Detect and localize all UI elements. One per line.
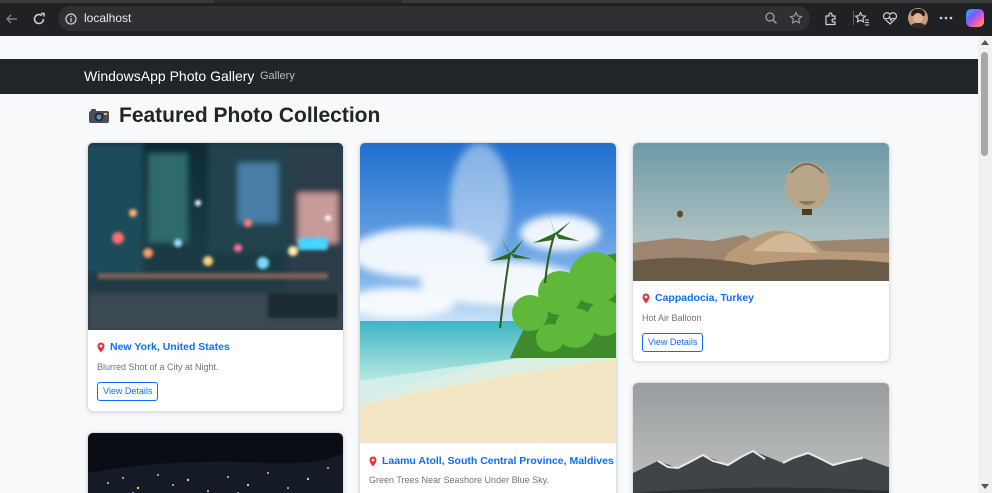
card-location-text[interactable]: Cappadocia, Turkey (655, 292, 754, 304)
card-location[interactable]: Cappadocia, Turkey (642, 292, 754, 304)
address-bar[interactable]: localhost (58, 6, 810, 31)
location-pin-icon (97, 342, 105, 352)
card-location[interactable]: Laamu Atoll, South Central Province, Mal… (369, 455, 614, 467)
view-details-button[interactable]: View Details (97, 382, 159, 401)
scroll-down-arrow-icon[interactable] (981, 484, 989, 489)
location-pin-icon (369, 456, 377, 466)
card-description: Hot Air Balloon (642, 313, 702, 323)
card-photo-mountains[interactable] (633, 383, 889, 493)
browser-toolbar: localhost (0, 0, 992, 36)
favorite-star-icon[interactable] (789, 11, 803, 30)
card-location[interactable]: New York, United States (97, 341, 230, 353)
page-top-strip (0, 36, 978, 59)
photo-card: Cappadocia, Turkey Hot Air Balloon View … (632, 142, 890, 362)
photo-card (632, 382, 890, 493)
card-photo-maldives[interactable] (360, 143, 616, 443)
refresh-icon[interactable] (29, 9, 49, 29)
back-icon[interactable] (2, 9, 22, 29)
site-info-icon[interactable] (65, 12, 77, 30)
card-photo-night-city[interactable] (88, 433, 343, 493)
card-location-text[interactable]: Laamu Atoll, South Central Province, Mal… (382, 455, 614, 467)
navbar-brand[interactable]: WindowsApp Photo Gallery (84, 68, 254, 84)
profile-avatar[interactable] (908, 8, 928, 28)
photo-card: New York, United States Blurred Shot of … (87, 142, 344, 412)
scrollbar-thumb[interactable] (981, 52, 988, 156)
photo-card (87, 432, 344, 493)
card-location-text[interactable]: New York, United States (110, 341, 230, 353)
extensions-icon[interactable] (821, 9, 839, 27)
page-title: Featured Photo Collection (119, 104, 381, 127)
camera-icon (88, 108, 110, 124)
browser-essentials-icon[interactable] (881, 9, 899, 27)
card-description: Green Trees Near Seashore Under Blue Sky… (369, 475, 549, 485)
photo-card: Laamu Atoll, South Central Province, Mal… (359, 142, 617, 493)
copilot-icon[interactable] (966, 9, 984, 27)
page-heading: Featured Photo Collection (88, 104, 380, 128)
page-scrollbar[interactable] (978, 36, 992, 493)
card-photo-cappadocia[interactable] (633, 143, 889, 281)
tab-strip (0, 0, 992, 3)
navbar: WindowsApp Photo Gallery Gallery (0, 59, 978, 94)
card-photo-new-york[interactable] (88, 143, 343, 330)
more-options-icon[interactable] (937, 9, 955, 27)
location-pin-icon (642, 293, 650, 303)
card-description: Blurred Shot of a City at Night. (97, 362, 219, 372)
nav-link-gallery[interactable]: Gallery (260, 70, 295, 82)
page-viewport: WindowsApp Photo Gallery Gallery Feature… (0, 36, 978, 493)
favorites-icon[interactable] (853, 9, 871, 27)
zoom-icon[interactable] (764, 11, 778, 30)
scroll-up-arrow-icon[interactable] (981, 40, 989, 45)
view-details-button[interactable]: View Details (642, 333, 704, 352)
url-text[interactable]: localhost (84, 11, 131, 25)
